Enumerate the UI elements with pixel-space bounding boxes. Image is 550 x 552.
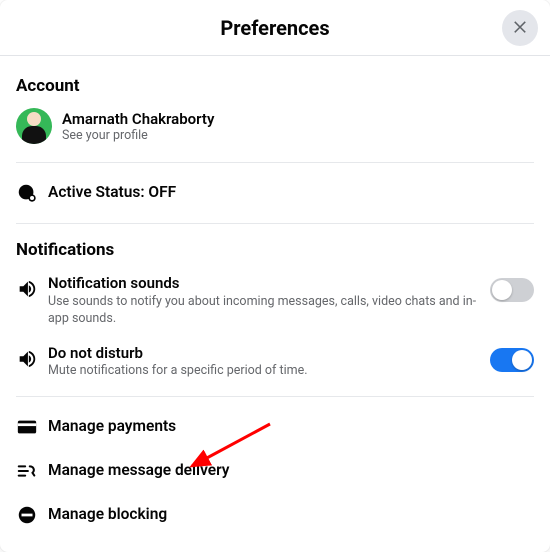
dnd-label: Do not disturb — [48, 344, 480, 363]
divider — [16, 396, 534, 397]
delivery-icon — [16, 460, 48, 482]
profile-text: Amarnath Chakraborty See your profile — [62, 110, 214, 143]
notification-sounds-sub: Use sounds to notify you about incoming … — [48, 294, 480, 328]
manage-delivery-row[interactable]: Manage message delivery — [16, 449, 534, 493]
divider — [16, 223, 534, 224]
close-icon — [511, 17, 529, 39]
section-title-notifications: Notifications — [16, 240, 534, 260]
manage-blocking-label: Manage blocking — [48, 505, 534, 524]
modal-body: Account Amarnath Chakraborty See your pr… — [0, 56, 550, 537]
dnd-row: Do not disturb Mute notifications for a … — [16, 336, 534, 389]
dnd-toggle[interactable] — [490, 348, 534, 372]
profile-sub: See your profile — [62, 128, 214, 143]
profile-row[interactable]: Amarnath Chakraborty See your profile — [16, 102, 534, 154]
dnd-sub: Mute notifications for a specific period… — [48, 363, 480, 380]
block-icon — [16, 504, 48, 526]
close-button[interactable] — [502, 10, 538, 46]
section-title-account: Account — [16, 76, 534, 96]
sound-icon — [16, 278, 48, 300]
manage-delivery-label: Manage message delivery — [48, 461, 534, 480]
sound-off-icon — [16, 348, 48, 370]
active-status-row[interactable]: Active Status: OFF — [16, 171, 534, 215]
notification-sounds-row: Notification sounds Use sounds to notify… — [16, 266, 534, 336]
notification-sounds-label: Notification sounds — [48, 274, 480, 293]
manage-blocking-row[interactable]: Manage blocking — [16, 493, 534, 537]
modal-header: Preferences — [0, 0, 550, 56]
active-status-label: Active Status: OFF — [48, 183, 534, 202]
status-icon — [16, 182, 48, 204]
notification-sounds-toggle[interactable] — [490, 278, 534, 302]
manage-payments-row[interactable]: Manage payments — [16, 405, 534, 449]
avatar — [16, 108, 52, 144]
modal-title: Preferences — [220, 16, 329, 40]
credit-card-icon — [16, 416, 48, 438]
preferences-modal: Preferences Account Amarnath Chakraborty… — [0, 0, 550, 552]
profile-name: Amarnath Chakraborty — [62, 110, 214, 128]
manage-payments-label: Manage payments — [48, 417, 534, 436]
divider — [16, 162, 534, 163]
